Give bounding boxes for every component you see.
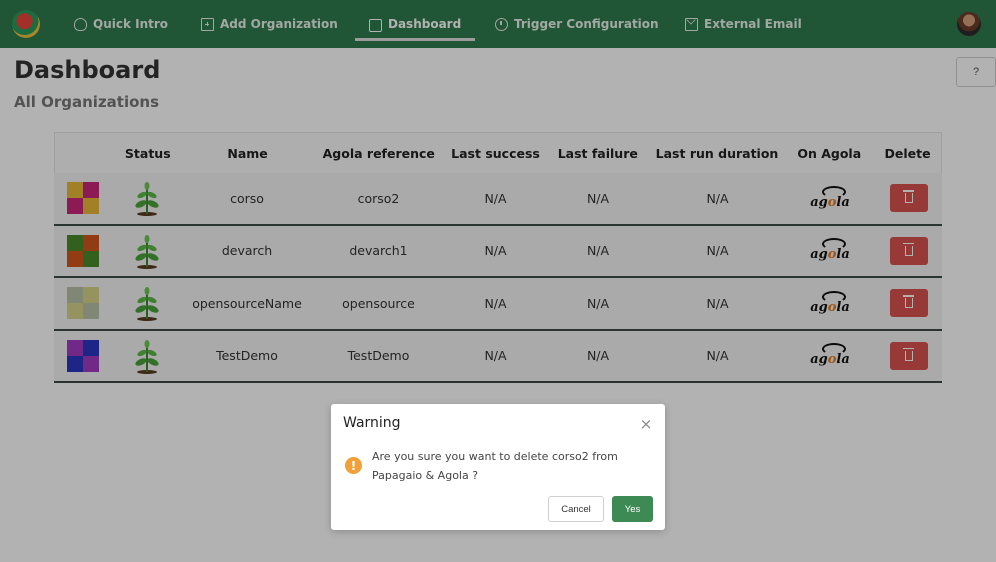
dialog-title: Warning — [343, 415, 401, 431]
warning-icon: ! — [345, 457, 362, 474]
warning-dialog: Warning × ! Are you sure you want to del… — [331, 404, 665, 530]
yes-button[interactable]: Yes — [612, 496, 653, 522]
close-icon[interactable]: × — [639, 417, 653, 432]
cancel-button[interactable]: Cancel — [548, 496, 604, 522]
dialog-message: Are you sure you want to delete corso2 f… — [372, 450, 618, 482]
